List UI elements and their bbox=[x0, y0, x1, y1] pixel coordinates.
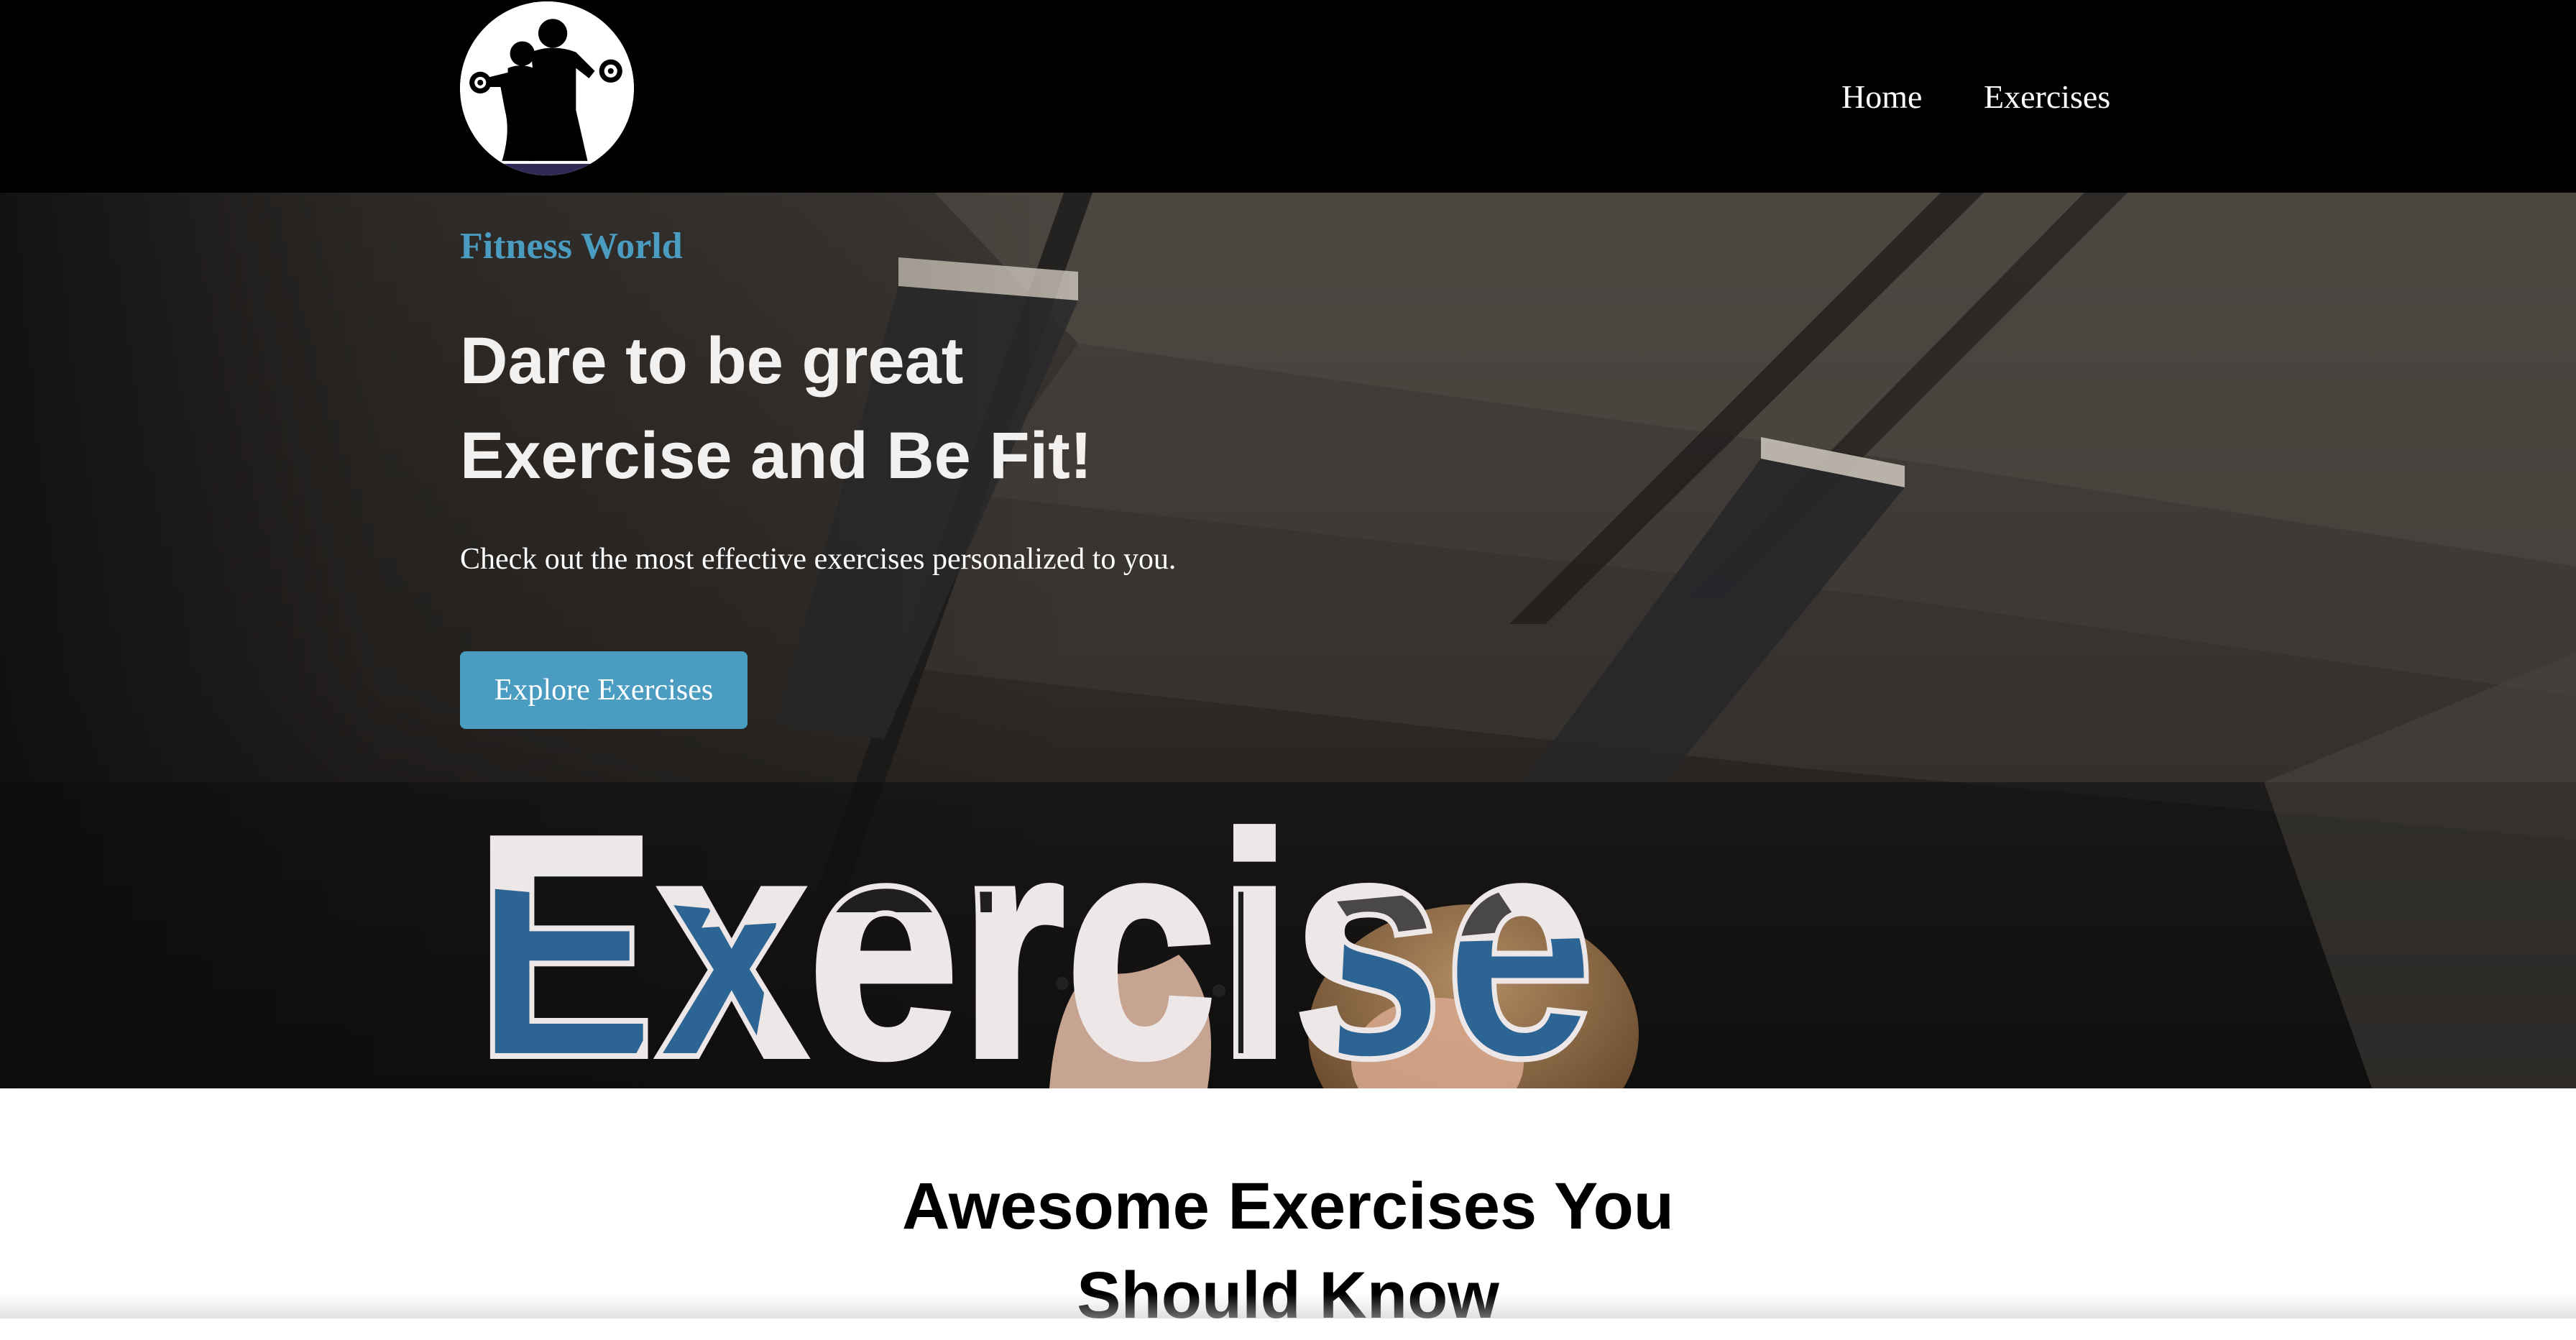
exercise-banner-outline: Exercise bbox=[474, 771, 1596, 1088]
navbar: Home Exercises bbox=[0, 0, 2576, 193]
exercise-banner-text: Exercise Exercise bbox=[472, 765, 1610, 1088]
hero-headline-line2: Exercise and Be Fit! bbox=[460, 419, 1092, 492]
hero-headline-line1: Dare to be great bbox=[460, 324, 964, 398]
explore-exercises-button[interactable]: Explore Exercises bbox=[460, 651, 748, 729]
logo-icon[interactable] bbox=[460, 1, 634, 175]
brand-name: Fitness World bbox=[460, 226, 683, 267]
section-title-line2: Should Know bbox=[1077, 1259, 1499, 1332]
fitness-couple-icon bbox=[460, 1, 634, 175]
hero-subtext: Check out the most effective exercises p… bbox=[460, 543, 1177, 576]
hero-banner: Fitness World Dare to be great Exercise … bbox=[0, 193, 2576, 1088]
nav-exercises-link[interactable]: Exercises bbox=[1984, 72, 2110, 122]
section-title: Awesome Exercises You Should Know bbox=[785, 1162, 1791, 1340]
section-title-line1: Awesome Exercises You bbox=[902, 1170, 1674, 1243]
nav-home-link[interactable]: Home bbox=[1841, 72, 1922, 122]
